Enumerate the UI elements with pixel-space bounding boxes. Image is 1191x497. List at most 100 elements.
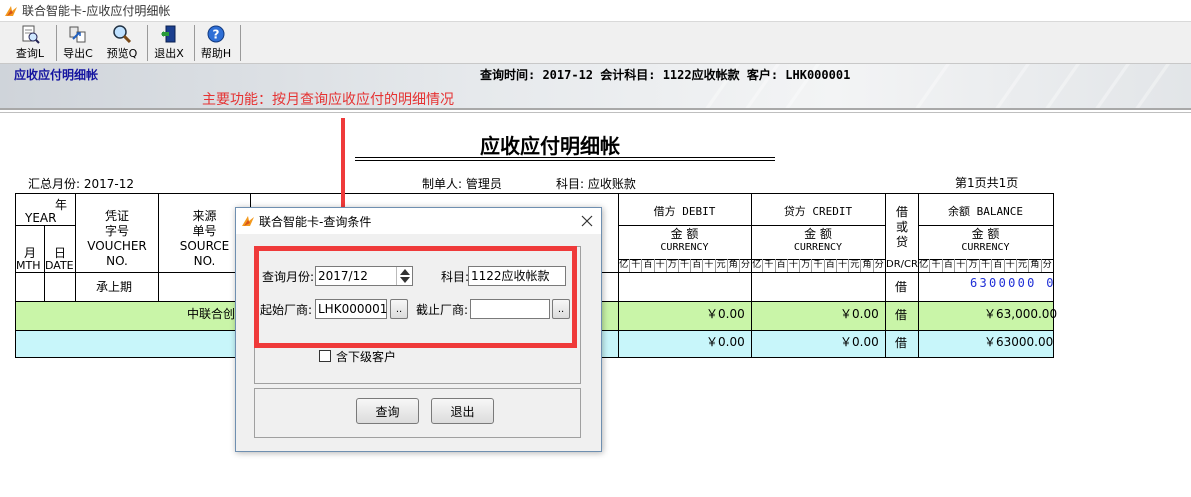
module-banner: 应收应付明细帐 查询时间: 2017-12 会计科目: 1122应收帐款 客户:… — [0, 64, 1191, 110]
digit-unit-cell: 亿 — [752, 260, 762, 270]
row-credit: ￥0.00 — [840, 307, 879, 321]
help-toolbar-button[interactable]: ? 帮助H — [198, 24, 234, 62]
close-icon[interactable] — [581, 215, 593, 227]
amount-cn: 金 额 — [670, 227, 699, 241]
feature-annotation: 主要功能：按月查询应收应付的明细情况 — [202, 92, 454, 108]
header-voucher-line: 凭证 — [104, 209, 129, 223]
row-credit: ￥0.00 — [840, 335, 879, 349]
digit-unit-cell: 十 — [786, 259, 799, 272]
app-logo-icon — [242, 216, 254, 226]
exit-door-icon — [161, 25, 176, 43]
magnifier-icon — [113, 25, 132, 44]
digit-unit-cell: 十 — [954, 259, 966, 272]
toolbar-separator — [240, 25, 241, 61]
header-voucher: 凭证 字号 VOUCHER NO. — [76, 209, 158, 269]
header-year-en: YEAR — [25, 211, 57, 225]
report-maker: 制单人: 管理员 — [422, 177, 502, 191]
document-search-icon — [22, 25, 40, 44]
digit-unit-cell: 十 — [702, 259, 714, 272]
digit-unit-cell: 元 — [1015, 259, 1028, 272]
header-balance: 余额 BALANCE — [948, 205, 1023, 218]
header-year-cn: 年 — [55, 198, 68, 212]
row-debit: ￥0.00 — [706, 335, 745, 349]
window-titlebar: 联合智能卡-应收应付明细帐 — [0, 0, 1191, 22]
digit-units-credit: 亿千百十万千百十元角分 — [751, 259, 885, 272]
amount-cn: 金 额 — [804, 227, 832, 241]
dialog-title: 联合智能卡-查询条件 — [259, 214, 372, 229]
header-credit: 贷方 CREDIT — [783, 205, 853, 218]
header-debit: 借方 DEBIT — [653, 205, 716, 218]
digit-unit-cell: 百 — [941, 259, 954, 272]
digit-unit-cell: 千 — [629, 259, 641, 272]
digit-unit-cell: 角 — [1028, 259, 1040, 272]
exit-button[interactable]: 退出 — [431, 398, 494, 424]
row-summary: 中联合创 — [187, 307, 236, 321]
digit-units-debit: 亿千百十万千百十元角分 — [618, 259, 751, 272]
window-title: 联合智能卡-应收应付明细帐 — [22, 4, 171, 18]
amount-en: CURRENCY — [660, 242, 709, 253]
digit-unit-cell: 角 — [726, 259, 739, 272]
include-sub-label: 含下级客户 — [336, 350, 397, 364]
toolbar-separator — [147, 25, 148, 61]
header-day-en: DATE — [45, 259, 74, 272]
query-button[interactable]: 查询 — [356, 398, 419, 424]
export-toolbar-label: 导出C — [63, 47, 93, 60]
digit-unit-cell: 万 — [966, 259, 978, 272]
credit-currency-header: 金 额 CURRENCY — [751, 228, 885, 254]
app-logo-icon — [5, 5, 17, 16]
exit-toolbar-button[interactable]: 退出X — [151, 24, 187, 62]
digit-unit-cell: 分 — [872, 259, 885, 272]
debit-currency-header: 金 额 CURRENCY — [618, 228, 751, 254]
export-icon — [69, 26, 86, 43]
row-summary: 承上期 — [96, 280, 133, 294]
amount-en: CURRENCY — [961, 242, 1010, 253]
header-voucher-line: NO. — [106, 254, 128, 268]
row-balance: 6300000 0 — [970, 276, 1056, 290]
header-dc-en: DR/CR — [886, 259, 918, 270]
digit-unit-cell: 亿 — [619, 260, 629, 270]
query-toolbar-button[interactable]: 查询L — [12, 24, 48, 62]
include-sub-checkbox[interactable] — [319, 350, 331, 362]
digit-unit-cell: 百 — [774, 259, 787, 272]
digit-unit-cell: 百 — [823, 259, 836, 272]
header-voucher-line: VOUCHER — [87, 239, 147, 253]
digit-unit-cell: 分 — [738, 259, 751, 272]
svg-text:?: ? — [213, 28, 220, 42]
header-dc: 借 或 贷 — [886, 205, 918, 250]
module-name: 应收应付明细帐 — [14, 68, 99, 82]
preview-toolbar-button[interactable]: 预览Q — [104, 24, 140, 62]
export-toolbar-button[interactable]: 导出C — [60, 24, 96, 62]
digit-unit-cell: 千 — [978, 259, 991, 272]
exit-toolbar-label: 退出X — [154, 47, 184, 60]
header-dc-line: 借 — [895, 205, 908, 219]
digit-unit-cell: 角 — [860, 259, 872, 272]
digit-unit-cell: 十 — [653, 259, 666, 272]
digit-unit-cell: 元 — [848, 259, 860, 272]
row-balance: ￥63000.00 — [984, 335, 1054, 349]
header-dc-line: 贷 — [895, 235, 908, 249]
preview-toolbar-label: 预览Q — [106, 47, 138, 60]
digit-units-balance: 亿千百十万千百十元角分 — [918, 259, 1053, 272]
digit-unit-cell: 元 — [714, 259, 727, 272]
amount-en: CURRENCY — [793, 242, 843, 253]
digit-unit-cell: 万 — [799, 259, 811, 272]
digit-unit-cell: 百 — [991, 259, 1003, 272]
row-dc: 借 — [895, 308, 908, 322]
row-debit: ￥0.00 — [706, 307, 745, 321]
digit-unit-cell: 万 — [665, 259, 678, 272]
row-dc: 借 — [895, 336, 908, 350]
help-toolbar-label: 帮助H — [200, 47, 232, 60]
query-info: 查询时间: 2017-12 会计科目: 1122应收帐款 客户: LHK0000… — [480, 68, 851, 82]
toolbar: 查询L 导出C 预览Q 退出X ? 帮助H — [0, 22, 1191, 64]
amount-cn: 金 额 — [971, 227, 1000, 241]
row-balance: ￥63,000.00 — [984, 307, 1058, 321]
help-icon: ? — [207, 25, 225, 43]
balance-currency-header: 金 额 CURRENCY — [918, 228, 1053, 254]
page-indicator: 第1页共1页 — [955, 176, 1019, 190]
row-dc: 借 — [895, 280, 908, 294]
digit-unit-cell: 千 — [762, 259, 774, 272]
header-dc-line: 或 — [895, 220, 908, 234]
toolbar-separator — [56, 25, 57, 61]
header-voucher-line: 字号 — [104, 224, 129, 238]
toolbar-separator — [194, 25, 195, 61]
